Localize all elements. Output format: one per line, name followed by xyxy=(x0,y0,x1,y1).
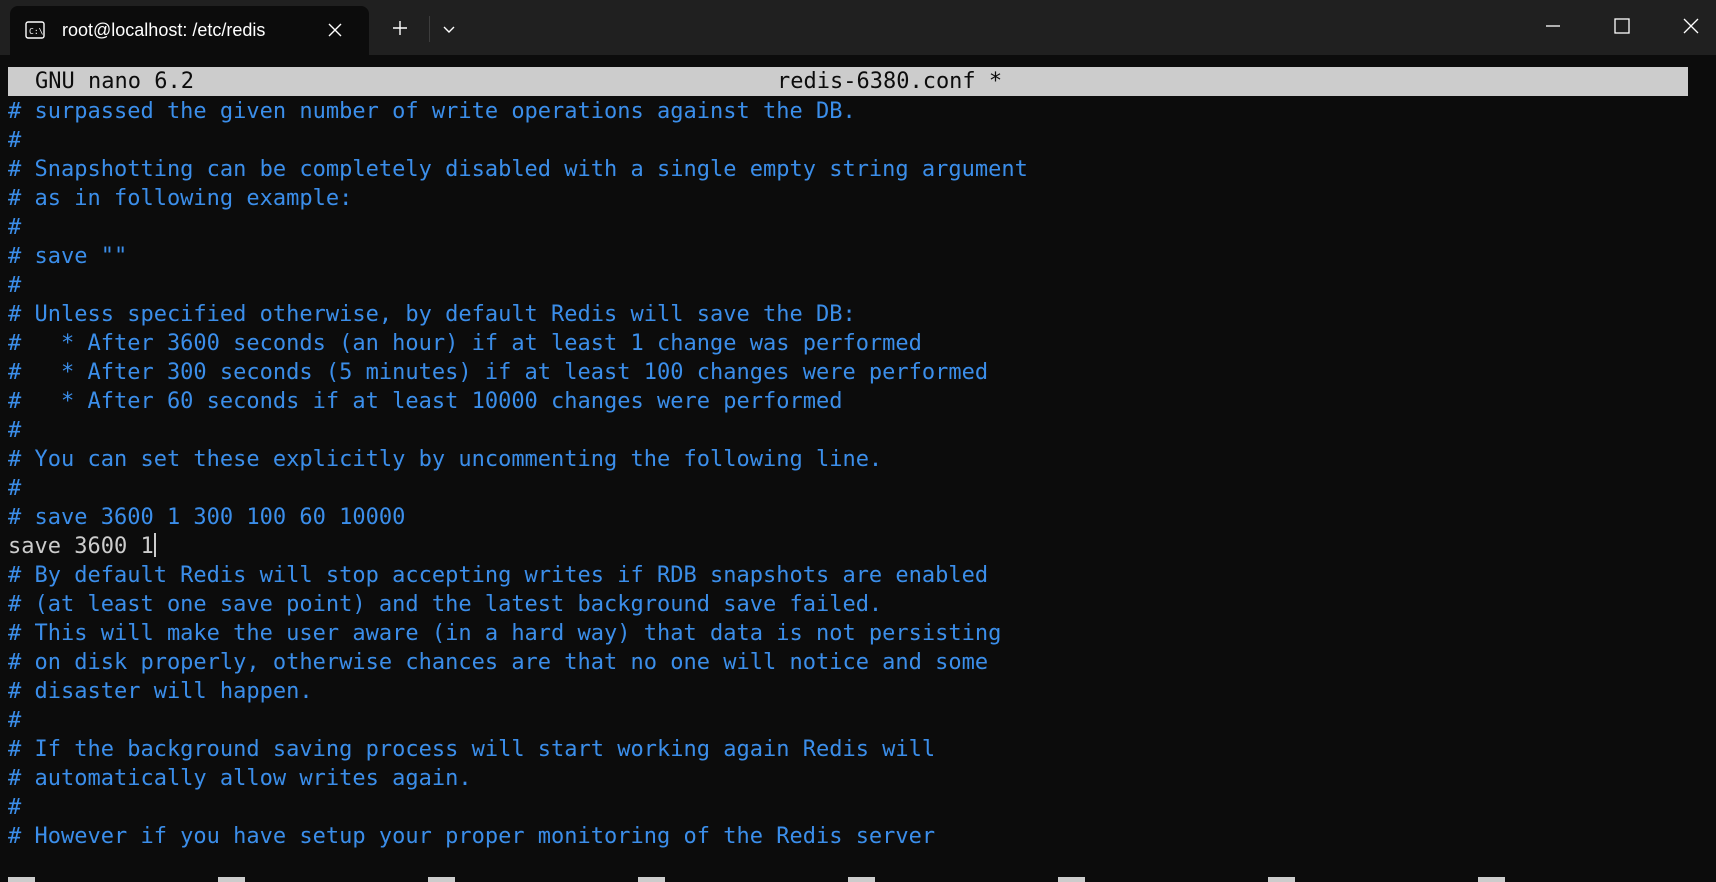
shortcut-key-mark xyxy=(1058,877,1085,882)
config-line[interactable]: save 3600 1 xyxy=(8,532,1698,561)
shortcut-key-mark xyxy=(1268,877,1295,882)
tab-separator xyxy=(429,16,430,42)
line-text: # xyxy=(8,708,22,733)
line-text: # xyxy=(8,273,22,298)
line-text: # By default Redis will stop accepting w… xyxy=(8,563,989,588)
line-text: # automatically allow writes again. xyxy=(8,766,472,791)
shortcut-bar-top-edge xyxy=(0,877,1716,882)
comment-line[interactable]: # You can set these explicitly by uncomm… xyxy=(8,445,1698,474)
line-text: # save "" xyxy=(8,244,128,269)
comment-line[interactable]: # disaster will happen. xyxy=(8,677,1698,706)
editor-buffer[interactable]: # surpassed the given number of write op… xyxy=(8,97,1698,851)
line-text: # If the background saving process will … xyxy=(8,737,936,762)
minimize-icon[interactable] xyxy=(1540,13,1566,39)
comment-line[interactable]: # xyxy=(8,474,1698,503)
comment-line[interactable]: # on disk properly, otherwise chances ar… xyxy=(8,648,1698,677)
maximize-icon[interactable] xyxy=(1609,13,1635,39)
line-text: # xyxy=(8,795,22,820)
line-text: # disaster will happen. xyxy=(8,679,313,704)
window-titlebar: C:\ root@localhost: /etc/redis xyxy=(0,0,1716,55)
nano-filename: redis-6380.conf * xyxy=(777,69,1003,94)
comment-line[interactable]: # xyxy=(8,416,1698,445)
line-text: # You can set these explicitly by uncomm… xyxy=(8,447,883,472)
line-text: save 3600 1 xyxy=(8,534,154,559)
comment-line[interactable]: # xyxy=(8,213,1698,242)
comment-line[interactable]: # This will make the user aware (in a ha… xyxy=(8,619,1698,648)
line-text: # xyxy=(8,215,22,240)
comment-line[interactable]: # Snapshotting can be completely disable… xyxy=(8,155,1698,184)
line-text: # * After 3600 seconds (an hour) if at l… xyxy=(8,331,922,356)
line-text: # xyxy=(8,418,22,443)
comment-line[interactable]: # xyxy=(8,706,1698,735)
line-text: # (at least one save point) and the late… xyxy=(8,592,883,617)
comment-line[interactable]: # xyxy=(8,793,1698,822)
shortcut-key-mark xyxy=(8,877,35,882)
tab-title: root@localhost: /etc/redis xyxy=(62,20,266,40)
line-text: # This will make the user aware (in a ha… xyxy=(8,621,1002,646)
shortcut-key-mark xyxy=(848,877,875,882)
line-text: # save 3600 1 300 100 60 10000 xyxy=(8,505,406,530)
comment-line[interactable]: # xyxy=(8,271,1698,300)
close-tab-icon[interactable] xyxy=(326,21,344,39)
line-text: # Unless specified otherwise, by default… xyxy=(8,302,856,327)
comment-line[interactable]: # * After 60 seconds if at least 10000 c… xyxy=(8,387,1698,416)
terminal-tab[interactable]: C:\ root@localhost: /etc/redis xyxy=(10,6,369,55)
nano-version: GNU nano 6.2 xyxy=(35,69,194,94)
line-text: # as in following example: xyxy=(8,186,353,211)
comment-line[interactable]: # as in following example: xyxy=(8,184,1698,213)
line-text: # However if you have setup your proper … xyxy=(8,824,936,849)
line-text: # * After 300 seconds (5 minutes) if at … xyxy=(8,360,989,385)
comment-line[interactable]: # automatically allow writes again. xyxy=(8,764,1698,793)
line-text: # Snapshotting can be completely disable… xyxy=(8,157,1028,182)
shortcut-key-mark xyxy=(1478,877,1505,882)
text-cursor xyxy=(153,533,156,557)
comment-line[interactable]: # However if you have setup your proper … xyxy=(8,822,1698,851)
line-text: # on disk properly, otherwise chances ar… xyxy=(8,650,989,675)
comment-line[interactable]: # save "" xyxy=(8,242,1698,271)
shortcut-key-mark xyxy=(218,877,245,882)
comment-line[interactable]: # * After 3600 seconds (an hour) if at l… xyxy=(8,329,1698,358)
comment-line[interactable]: # xyxy=(8,126,1698,155)
nano-header-bar: GNU nano 6.2 redis-6380.conf * xyxy=(8,67,1688,96)
shortcut-key-mark xyxy=(638,877,665,882)
comment-line[interactable]: # Unless specified otherwise, by default… xyxy=(8,300,1698,329)
comment-line[interactable]: # surpassed the given number of write op… xyxy=(8,97,1698,126)
comment-line[interactable]: # If the background saving process will … xyxy=(8,735,1698,764)
new-tab-icon[interactable] xyxy=(390,18,410,38)
comment-line[interactable]: # * After 300 seconds (5 minutes) if at … xyxy=(8,358,1698,387)
line-text: # * After 60 seconds if at least 10000 c… xyxy=(8,389,843,414)
svg-text:C:\: C:\ xyxy=(29,27,44,36)
close-icon[interactable] xyxy=(1678,13,1704,39)
line-text: # surpassed the given number of write op… xyxy=(8,99,856,124)
terminal-content[interactable]: GNU nano 6.2 redis-6380.conf * # surpass… xyxy=(0,55,1716,882)
shortcut-key-mark xyxy=(428,877,455,882)
comment-line[interactable]: # save 3600 1 300 100 60 10000 xyxy=(8,503,1698,532)
comment-line[interactable]: # (at least one save point) and the late… xyxy=(8,590,1698,619)
terminal-icon: C:\ xyxy=(25,21,45,39)
comment-line[interactable]: # By default Redis will stop accepting w… xyxy=(8,561,1698,590)
line-text: # xyxy=(8,128,22,153)
chevron-down-icon[interactable] xyxy=(440,20,458,38)
line-text: # xyxy=(8,476,22,501)
